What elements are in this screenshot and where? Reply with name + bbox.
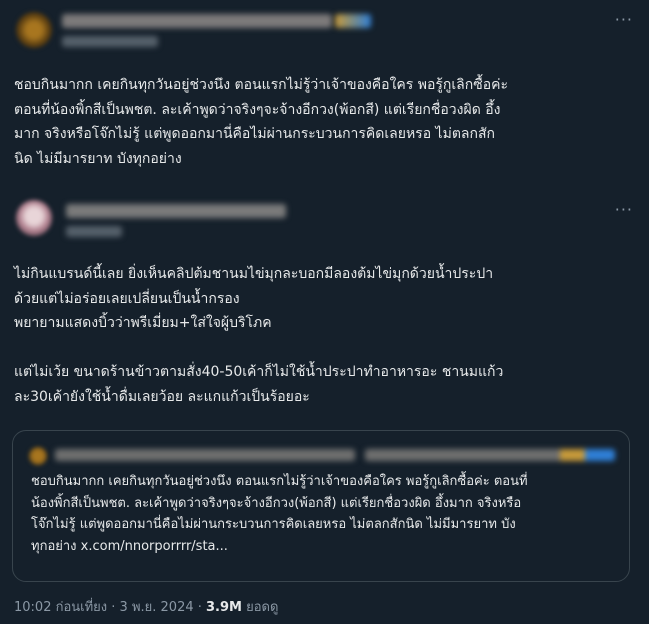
quoted-avatar xyxy=(29,447,47,465)
tweet-timestamp[interactable]: 10:02 ก่อนเที่ยง · 3 พ.ย. 2024 · xyxy=(14,600,206,615)
tweet-text: ไม่กินแบรนด์นี้เลย ยิ่งเห็นคลิปต้มชานมไข… xyxy=(14,266,504,405)
display-name-blurred[interactable] xyxy=(62,14,332,28)
avatar[interactable] xyxy=(16,12,52,48)
view-count: 3.9M xyxy=(206,600,242,615)
badge-blurred xyxy=(335,14,371,28)
first-tweet: ··· ชอบกินมากก เคยกินทุกวันอยู่ช่วงนึง ต… xyxy=(0,0,649,190)
handle-blurred[interactable] xyxy=(62,36,158,47)
quoted-name-blurred xyxy=(55,449,355,461)
tweet-metadata: 10:02 ก่อนเที่ยง · 3 พ.ย. 2024 · 3.9M ยอ… xyxy=(14,596,278,617)
view-label: ยอดดู xyxy=(241,600,279,615)
more-horizontal-icon[interactable]: ··· xyxy=(615,10,633,29)
more-horizontal-icon[interactable]: ··· xyxy=(615,200,633,219)
handle-blurred[interactable] xyxy=(66,226,122,237)
display-name-blurred[interactable] xyxy=(66,204,286,218)
quoted-tweet[interactable]: ชอบกินมากก เคยกินทุกวันอยู่ช่วงนึง ตอนแร… xyxy=(12,430,630,582)
avatar[interactable] xyxy=(16,200,52,236)
quoted-tweet-text: ชอบกินมากก เคยกินทุกวันอยู่ช่วงนึง ตอนแร… xyxy=(31,474,528,554)
tweet-text: ชอบกินมากก เคยกินทุกวันอยู่ช่วงนึง ตอนแร… xyxy=(14,77,509,167)
quoted-handle-blurred xyxy=(365,449,615,461)
